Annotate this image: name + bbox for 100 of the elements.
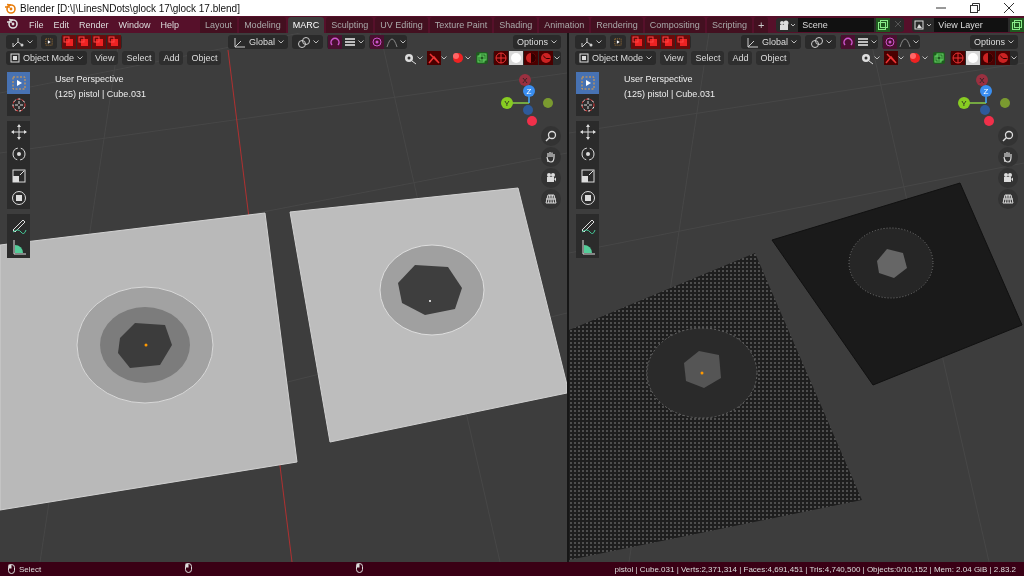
menu-item[interactable]: Select: [122, 51, 156, 65]
camera-icon[interactable]: [541, 168, 561, 188]
visibility-icon[interactable]: [860, 51, 874, 65]
image-stack-icon[interactable]: [914, 18, 933, 31]
copy-icon[interactable]: [876, 17, 891, 32]
orientation-dropdown[interactable]: Global: [227, 35, 288, 49]
caret-icon: [646, 56, 653, 60]
annotate-tool[interactable]: [7, 214, 30, 236]
menu-item[interactable]: Object: [187, 51, 222, 65]
menu-item[interactable]: Render: [74, 19, 114, 30]
selection-mode-icon[interactable]: [646, 35, 660, 49]
snap-dropdown[interactable]: [805, 35, 836, 49]
workspace-tab[interactable]: Rendering: [591, 17, 643, 33]
workspace-tab[interactable]: Compositing: [644, 17, 705, 33]
mouse-icon: [356, 563, 364, 573]
menu-item[interactable]: Window: [113, 19, 156, 30]
move-tool[interactable]: [7, 121, 30, 143]
menu-item[interactable]: View: [660, 51, 688, 65]
workspace-tab[interactable]: Sculpting: [326, 17, 374, 33]
select-tool[interactable]: [576, 72, 599, 94]
view-layer-field[interactable]: View Layer: [934, 17, 1009, 32]
annotate-tool[interactable]: [576, 214, 599, 236]
options-dropdown[interactable]: Options: [512, 35, 561, 49]
menu-item[interactable]: File: [24, 19, 49, 30]
overlay-icon[interactable]: [451, 51, 465, 65]
options-dropdown[interactable]: Options: [969, 35, 1018, 49]
mode-dropdown[interactable]: Object Mode: [575, 51, 657, 65]
scene-icon[interactable]: [778, 18, 797, 31]
menu-item[interactable]: View: [91, 51, 119, 65]
cursor-tool[interactable]: [7, 94, 30, 116]
menu-item[interactable]: Add: [159, 51, 184, 65]
object-mode-icon: [10, 53, 20, 63]
copy-icon[interactable]: [1010, 17, 1024, 32]
selection-mode-icon[interactable]: [676, 35, 690, 49]
caret-icon: [313, 40, 319, 44]
falloff-icon[interactable]: [343, 35, 357, 49]
select-tool[interactable]: [7, 72, 30, 94]
mode-dropdown[interactable]: Object Mode: [6, 51, 88, 65]
menu-item[interactable]: Help: [155, 19, 185, 30]
scene-field[interactable]: Scene: [798, 17, 875, 32]
select-tool-icon[interactable]: [41, 35, 57, 49]
workspace-tab[interactable]: Animation: [539, 17, 590, 33]
transform-tool[interactable]: [576, 187, 599, 209]
xray-icon[interactable]: [932, 51, 946, 65]
workspace-tab[interactable]: Shading: [494, 17, 538, 33]
pivot-dropdown[interactable]: [575, 35, 606, 49]
add-workspace-button[interactable]: +: [753, 17, 769, 33]
perspective-grid-icon[interactable]: [541, 189, 561, 209]
cursor-tool[interactable]: [576, 94, 599, 116]
zoom-icon[interactable]: [998, 126, 1018, 146]
falloff-icon[interactable]: [856, 35, 870, 49]
pivot-icon: [10, 35, 24, 49]
axis-handle[interactable]: Y: [958, 97, 970, 109]
measure-tool[interactable]: [576, 236, 599, 258]
proportional-icon[interactable]: [370, 35, 384, 49]
shading-mode-icon[interactable]: [981, 51, 995, 65]
pivot-dropdown[interactable]: [6, 35, 37, 49]
selection-mode-icon[interactable]: [661, 35, 675, 49]
hand-icon[interactable]: [541, 147, 561, 167]
magnet-icon[interactable]: [328, 35, 342, 49]
menu-item[interactable]: Edit: [48, 19, 75, 30]
shading-mode-icon[interactable]: [996, 51, 1010, 65]
gizmo-icon[interactable]: [884, 51, 898, 65]
measure-tool[interactable]: [7, 236, 30, 258]
shading-mode-icon[interactable]: [539, 51, 553, 65]
shading-mode-icon[interactable]: [524, 51, 538, 65]
workspace-tab[interactable]: UV Editing: [375, 17, 428, 33]
workspace-tab[interactable]: MARC: [287, 17, 325, 33]
camera-icon[interactable]: [998, 168, 1018, 188]
workspace-tab[interactable]: Layout: [200, 17, 238, 33]
hand-icon[interactable]: [998, 147, 1018, 167]
xray-icon[interactable]: [475, 51, 489, 65]
orientation-dropdown[interactable]: Global: [740, 35, 801, 49]
magnet-icon[interactable]: [841, 35, 855, 49]
proportional-icon[interactable]: [883, 35, 897, 49]
transform-tool[interactable]: [7, 187, 30, 209]
snap-dropdown[interactable]: [292, 35, 323, 49]
shading-mode-icon[interactable]: [494, 51, 508, 65]
workspace-tab[interactable]: Texture Paint: [429, 17, 493, 33]
menu-item[interactable]: Select: [691, 51, 725, 65]
selection-mode-icon[interactable]: [107, 35, 121, 49]
perspective-grid-icon[interactable]: [998, 189, 1018, 209]
menu-item[interactable]: Add: [728, 51, 753, 65]
workspace-tab[interactable]: Modeling: [239, 17, 286, 33]
select-tool-icon[interactable]: [610, 35, 626, 49]
pivot-icon: [579, 35, 593, 49]
selection-mode-icon[interactable]: [77, 35, 91, 49]
gizmo-icon[interactable]: [427, 51, 441, 65]
selection-mode-icon[interactable]: [92, 35, 106, 49]
selection-mode-icon[interactable]: [631, 35, 645, 49]
selection-mode-icon[interactable]: [62, 35, 76, 49]
move-tool[interactable]: [576, 121, 599, 143]
status-hint: Select: [19, 564, 42, 574]
axis-handle[interactable]: Y: [501, 97, 513, 109]
visibility-icon[interactable]: [403, 51, 417, 65]
shading-mode-icon[interactable]: [951, 51, 965, 65]
zoom-icon[interactable]: [541, 126, 561, 146]
overlay-icon[interactable]: [908, 51, 922, 65]
workspace-tab[interactable]: Scripting: [706, 17, 752, 33]
menu-item[interactable]: Object: [756, 51, 791, 65]
